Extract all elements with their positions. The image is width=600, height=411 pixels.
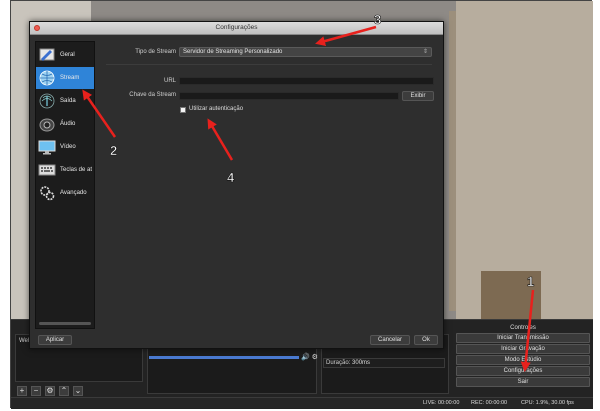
- mixer-icons[interactable]: 🔊 ⚙: [301, 353, 318, 361]
- sidebar-item-label: Vídeo: [60, 144, 76, 150]
- stream-key-input[interactable]: [179, 92, 399, 100]
- preview-furniture: [481, 271, 541, 319]
- settings-button[interactable]: Configurações: [456, 366, 590, 376]
- ok-button[interactable]: Ok: [414, 335, 438, 345]
- cpu-status: CPU: 1.9%, 30.00 fps: [521, 400, 574, 406]
- stream-type-select[interactable]: Servidor de Streaming Personalizado ⇕: [179, 47, 432, 57]
- volume-icon[interactable]: 🔊: [301, 354, 310, 361]
- scene-settings-button[interactable]: ⚙: [45, 386, 55, 396]
- sidebar-item-advanced[interactable]: Avançado: [36, 182, 94, 204]
- sidebar-scrollbar[interactable]: [39, 322, 91, 325]
- stream-type-value: Servidor de Streaming Personalizado: [183, 49, 283, 55]
- general-settings-icon: [39, 48, 55, 61]
- volume-meter[interactable]: [149, 356, 299, 359]
- scene-tools: + − ⚙ ⌃ ⌄: [17, 386, 83, 396]
- sidebar-item-stream[interactable]: Stream: [36, 67, 94, 89]
- settings-dialog: Configurações Geral Stream Saída Áudio V…: [29, 21, 444, 349]
- show-key-button[interactable]: Exibir: [402, 91, 434, 101]
- sidebar-item-audio[interactable]: Áudio: [36, 113, 94, 135]
- sidebar-item-hotkeys[interactable]: Teclas de at: [36, 159, 94, 181]
- sidebar-item-label: Avançado: [60, 190, 87, 196]
- dialog-title: Configurações: [215, 24, 258, 31]
- chevron-updown-icon: ⇕: [422, 49, 428, 55]
- keyboard-icon: [38, 164, 56, 176]
- sidebar-item-label: Geral: [60, 52, 75, 58]
- sidebar-item-video[interactable]: Vídeo: [36, 136, 94, 158]
- live-status: LIVE: 00:00:00: [423, 400, 460, 406]
- gears-icon: [40, 186, 55, 201]
- studio-mode-button[interactable]: Modo Estúdio: [456, 355, 590, 365]
- apply-button[interactable]: Aplicar: [38, 335, 72, 345]
- stream-type-label: Tipo de Stream: [135, 49, 176, 55]
- sidebar-item-label: Saída: [60, 98, 76, 104]
- sidebar-item-label: Áudio: [60, 121, 76, 127]
- speaker-icon: [39, 118, 55, 132]
- output-icon: [39, 93, 55, 109]
- move-down-button[interactable]: ⌄: [73, 386, 83, 396]
- rec-status: REC: 00:00:00: [471, 400, 508, 406]
- sidebar-item-output[interactable]: Saída: [36, 90, 94, 112]
- add-scene-button[interactable]: +: [17, 386, 27, 396]
- start-recording-button[interactable]: Iniciar Gravação: [456, 344, 590, 354]
- dialog-titlebar[interactable]: Configurações: [30, 22, 443, 35]
- duration-field[interactable]: Duração: 300ms: [323, 358, 445, 368]
- auth-checkbox-label[interactable]: Utilizar autenticação: [189, 106, 243, 112]
- sidebar-item-general[interactable]: Geral: [36, 44, 94, 66]
- stream-settings-panel: Tipo de Stream Servidor de Streaming Per…: [100, 41, 440, 329]
- controls-panel: Controles Iniciar Transmissão Iniciar Gr…: [453, 323, 593, 388]
- mixer-gear-icon[interactable]: ⚙: [312, 354, 318, 361]
- scene-item[interactable]: Wel: [19, 338, 29, 344]
- monitor-icon: [38, 140, 56, 155]
- settings-sidebar: Geral Stream Saída Áudio Vídeo Teclas de…: [35, 41, 95, 329]
- url-input[interactable]: [179, 77, 434, 85]
- duration-value[interactable]: 300ms: [352, 360, 370, 366]
- stream-globe-icon: [39, 70, 55, 86]
- divider: [106, 64, 432, 65]
- stream-key-label: Chave da Stream: [129, 92, 176, 98]
- start-streaming-button[interactable]: Iniciar Transmissão: [456, 333, 590, 343]
- sidebar-item-label: Stream: [60, 75, 80, 81]
- exit-button[interactable]: Sair: [456, 377, 590, 387]
- auth-checkbox[interactable]: [180, 107, 186, 113]
- duration-label: Duração: [326, 360, 349, 366]
- url-label: URL: [163, 78, 176, 84]
- cancel-button[interactable]: Cancelar: [370, 335, 410, 345]
- controls-title: Controles: [510, 325, 536, 331]
- remove-scene-button[interactable]: −: [31, 386, 41, 396]
- status-bar: LIVE: 00:00:00 REC: 00:00:00 CPU: 1.9%, …: [11, 397, 593, 408]
- sidebar-item-label: Teclas de at: [60, 167, 93, 173]
- move-up-button[interactable]: ⌃: [59, 386, 69, 396]
